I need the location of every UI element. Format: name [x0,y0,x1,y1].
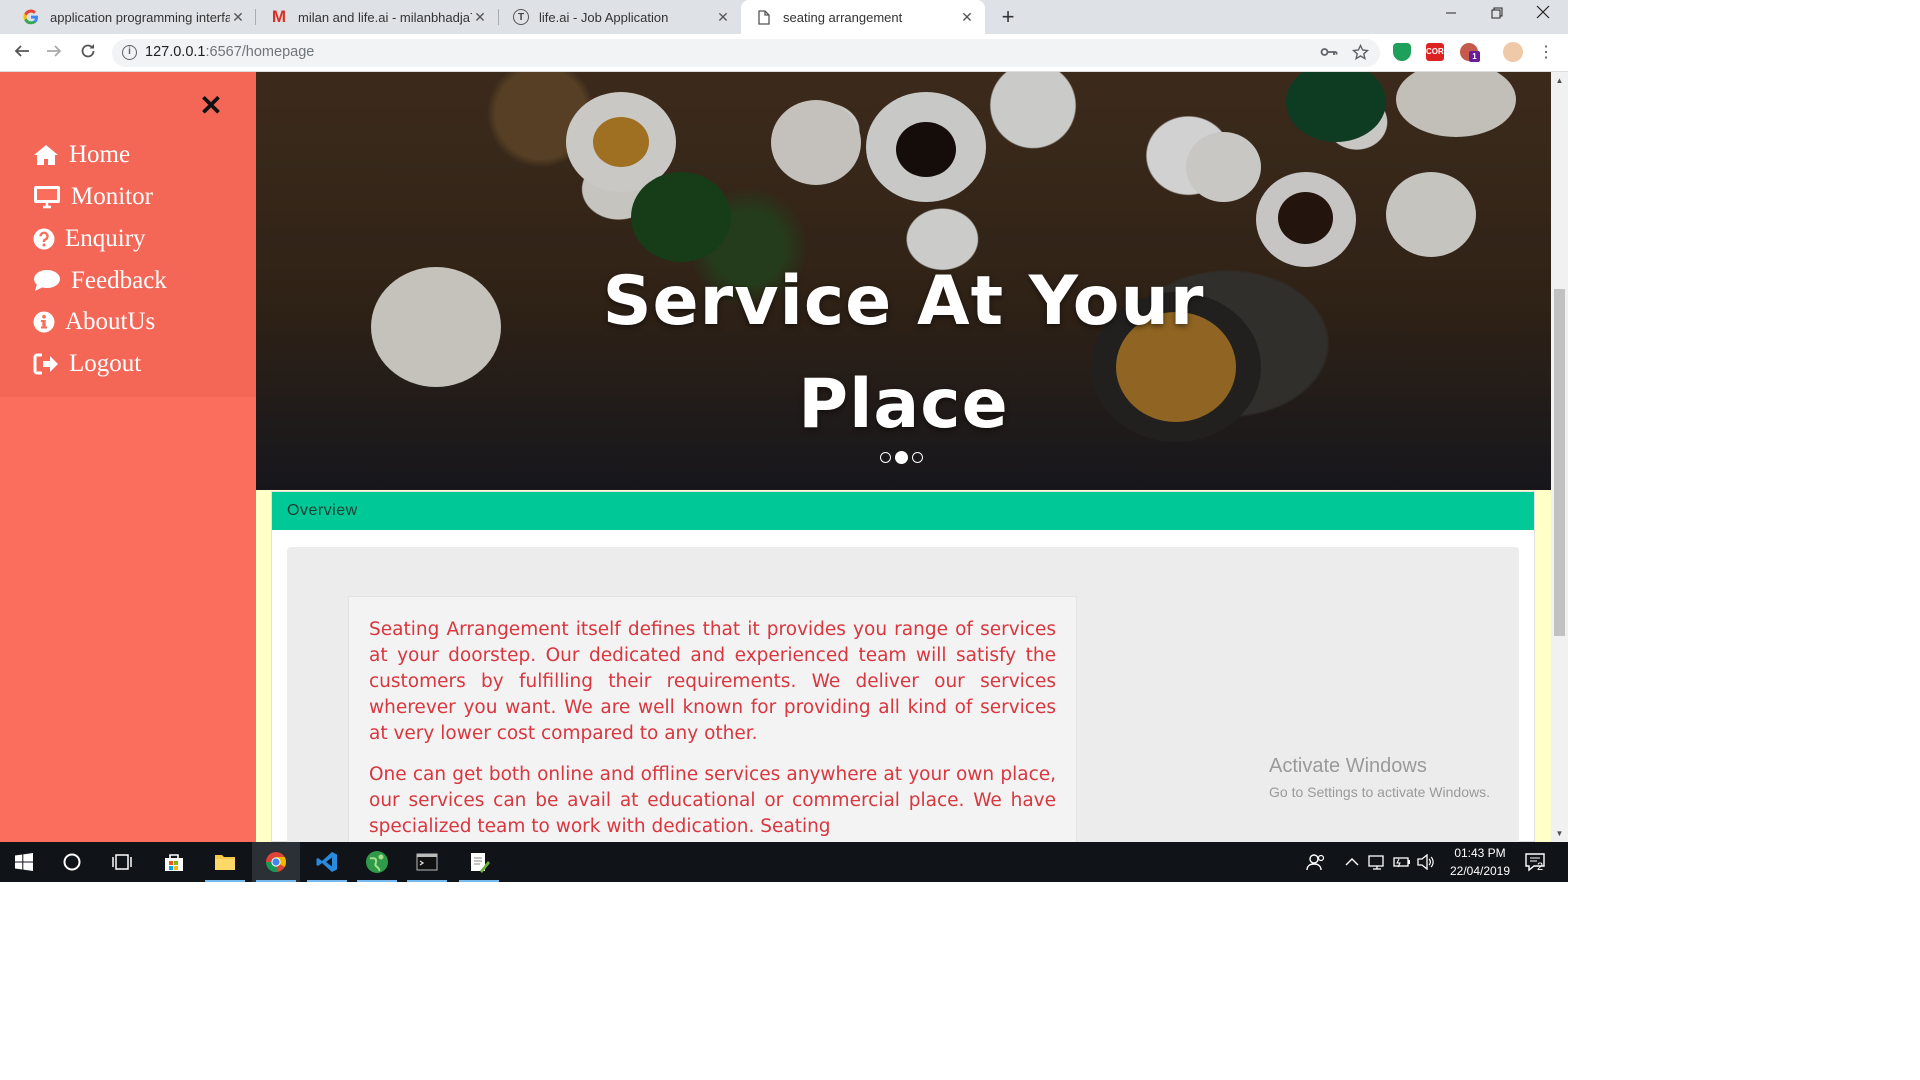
sidebar-item-label: AboutUs [65,308,156,335]
info-circle-icon [32,308,56,336]
menu-dots-icon[interactable]: ⋮ [1534,41,1558,65]
logout-icon [32,350,60,378]
comment-icon [32,267,62,295]
address-bar[interactable]: i 127.0.0.1:6567/homepage [112,39,1380,67]
bookmark-star-icon[interactable] [1351,43,1370,65]
chevron-up-icon[interactable] [1345,842,1359,882]
carousel-dot[interactable] [880,452,891,463]
minimize-icon[interactable] [1428,0,1474,32]
windows-start-icon[interactable] [0,842,48,882]
sidebar-item-label: Logout [69,350,142,377]
carousel-dot-active[interactable] [895,451,908,464]
back-icon[interactable] [10,41,34,65]
browser-tab[interactable]: application programming interfa ✕ [8,0,256,34]
scrollbar-thumb[interactable] [1554,289,1565,636]
close-tab-icon[interactable]: ✕ [230,9,246,25]
sidebar-item-home[interactable]: Home [32,138,130,172]
notepad-plus-icon[interactable] [455,842,503,882]
file-explorer-icon[interactable] [201,842,249,882]
close-window-icon[interactable] [1520,0,1566,32]
battery-icon[interactable] [1393,842,1411,882]
tab-title: seating arrangement [783,9,903,25]
shield-extension-icon[interactable] [1393,43,1411,61]
overview-heading: Overview [272,492,1534,530]
browser-tab[interactable]: T life.ai - Job Application ✕ [499,0,741,34]
hero-title: Service At Your Place [602,262,1205,444]
people-icon[interactable] [1306,842,1326,882]
home-icon [32,141,60,169]
windows-taskbar: 01:43 PM 22/04/2019 2 [0,842,1568,882]
overview-paragraph: Seating Arrangement itself defines that … [369,619,1056,744]
browser-tab-strip: application programming interfa ✕ M mila… [0,0,1568,34]
tab-title: application programming interfa [50,9,230,25]
sidebar-item-label: Home [69,141,131,168]
sidebar: ✕ Home Monitor Enquiry Feedback AboutUs … [0,72,256,842]
extension-icon[interactable]: 1 [1460,43,1480,62]
action-center-icon[interactable]: 2 [1524,842,1546,882]
volume-icon[interactable] [1417,842,1435,882]
scroll-down-icon[interactable]: ▼ [1551,825,1568,842]
browser-tab-active[interactable]: seating arrangement ✕ [741,0,985,34]
sidebar-item-monitor[interactable]: Monitor [32,180,153,214]
life-ai-icon: T [513,9,529,25]
close-tab-icon[interactable]: ✕ [959,9,975,25]
globe-app-icon[interactable] [353,842,401,882]
page-scrollbar[interactable]: ▲ ▼ [1551,72,1568,842]
notification-count: 2 [1537,861,1544,873]
search-icon[interactable] [48,842,96,882]
cors-extension-icon[interactable]: CORS [1426,43,1449,61]
overview-text-card: Seating Arrangement itself defines that … [348,596,1077,842]
network-icon[interactable] [1368,842,1386,882]
sidebar-item-label: Feedback [71,267,167,294]
question-circle-icon [32,225,56,253]
chrome-icon[interactable] [252,842,300,882]
browser-tab[interactable]: M milan and life.ai - milanbhadja79 ✕ [256,0,498,34]
google-icon [22,8,40,26]
clock-time: 01:43 PM [1454,846,1506,860]
clock-date: 22/04/2019 [1449,864,1511,878]
gmail-icon: M [271,7,287,26]
profile-avatar[interactable] [1503,42,1523,62]
new-tab-button[interactable]: + [996,5,1020,29]
reload-icon[interactable] [76,41,100,65]
page-icon [755,8,773,26]
hero-carousel: Service At Your Place [256,72,1551,490]
tab-title: life.ai - Job Application [539,9,669,25]
key-icon[interactable] [1320,45,1338,63]
sidebar-item-logout[interactable]: Logout [32,347,141,381]
forward-icon[interactable] [42,41,66,65]
sidebar-item-label: Enquiry [65,225,146,252]
page-viewport: ✕ Home Monitor Enquiry Feedback AboutUs … [0,72,1568,842]
url-text[interactable]: 127.0.0.1:6567/homepage [145,44,314,60]
sidebar-item-enquiry[interactable]: Enquiry [32,222,146,256]
system-clock[interactable]: 01:43 PM 22/04/2019 [1440,844,1520,880]
tab-title: milan and life.ai - milanbhadja79 [298,9,472,25]
sidebar-item-aboutus[interactable]: AboutUs [32,305,155,339]
vscode-icon[interactable] [303,842,351,882]
monitor-icon [32,183,62,211]
overview-paragraph: One can get both online and offline serv… [369,764,1056,837]
scroll-up-icon[interactable]: ▲ [1551,72,1568,89]
sidebar-item-label: Monitor [71,183,153,210]
close-tab-icon[interactable]: ✕ [472,9,488,25]
store-icon[interactable] [150,842,198,882]
browser-toolbar: i 127.0.0.1:6567/homepage CORS 1 ⋮ [0,34,1568,72]
sidebar-item-feedback[interactable]: Feedback [32,264,167,298]
restore-icon[interactable] [1474,0,1520,32]
extension-badge: 1 [1469,51,1480,62]
close-sidebar-icon[interactable]: ✕ [199,92,223,120]
activate-windows-watermark: Activate Windows Go to Settings to activ… [1269,755,1490,800]
task-view-icon[interactable] [98,842,146,882]
close-tab-icon[interactable]: ✕ [715,9,731,25]
carousel-indicators [880,451,923,464]
site-info-icon[interactable]: i [122,45,137,60]
terminal-icon[interactable] [403,842,451,882]
carousel-dot[interactable] [912,452,923,463]
